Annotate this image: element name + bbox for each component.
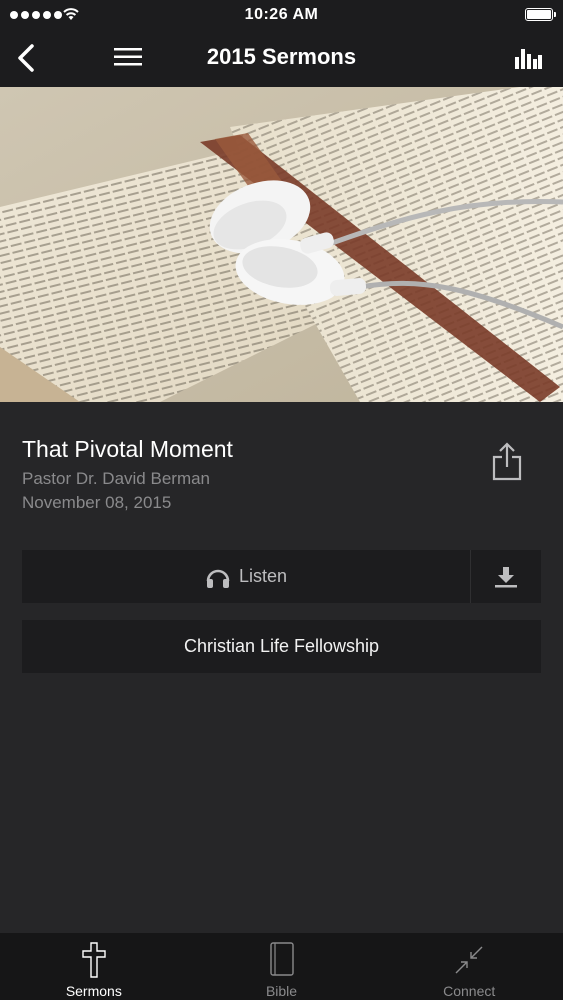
page-title: 2015 Sermons bbox=[206, 44, 357, 69]
tab-bar: Sermons Bible Connect bbox=[0, 933, 563, 1000]
download-button[interactable] bbox=[470, 550, 541, 603]
status-bar: 10:26 AM bbox=[0, 0, 563, 30]
listen-row: Listen bbox=[22, 550, 541, 603]
bar-chart-icon[interactable] bbox=[513, 45, 543, 71]
bible-earbuds-image bbox=[0, 87, 563, 402]
sermon-date: November 08, 2015 bbox=[22, 493, 172, 512]
status-time: 10:26 AM bbox=[244, 6, 319, 23]
cross-icon bbox=[82, 942, 106, 978]
tab-sermons[interactable]: Sermons bbox=[0, 933, 188, 1000]
church-button[interactable]: Christian Life Fellowship bbox=[22, 620, 541, 673]
navigation-bar: 2015 Sermons bbox=[0, 30, 563, 87]
battery-icon bbox=[525, 8, 556, 21]
sermon-title: That Pivotal Moment bbox=[22, 436, 233, 462]
headphones-icon bbox=[206, 569, 230, 588]
tab-bible[interactable]: Bible bbox=[188, 933, 376, 1000]
listen-label: Listen bbox=[238, 566, 288, 586]
tab-label-bible: Bible bbox=[265, 983, 298, 999]
tab-label-sermons: Sermons bbox=[65, 983, 122, 999]
sermon-artwork bbox=[0, 87, 563, 402]
sermon-speaker: Pastor Dr. David Berman bbox=[22, 469, 211, 488]
share-icon[interactable] bbox=[490, 441, 524, 483]
tab-label-connect: Connect bbox=[443, 983, 496, 999]
tab-connect[interactable]: Connect bbox=[375, 933, 563, 1000]
book-icon bbox=[269, 942, 294, 976]
download-icon bbox=[495, 566, 517, 587]
connect-arrows-icon bbox=[455, 946, 483, 974]
listen-button[interactable]: Listen bbox=[22, 550, 470, 603]
